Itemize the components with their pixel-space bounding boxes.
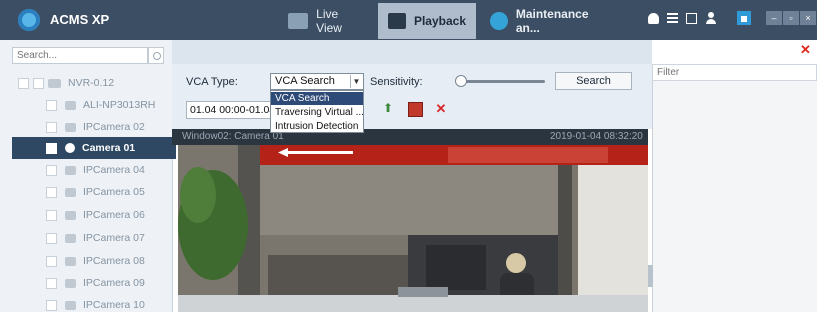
nvr-icon [48,78,61,88]
tree-item-label: NVR-0.12 [68,77,115,89]
checkbox[interactable] [46,164,57,176]
close-panel-button[interactable]: ✕ [800,42,811,58]
tree-item-label: IPCamera 06 [83,209,145,221]
maximize-button[interactable]: ▫ [783,11,799,25]
tree-item-label: IPCamera 10 [83,299,145,311]
list-icon[interactable] [667,13,678,24]
checkbox[interactable] [46,121,57,133]
main-header-bar [172,40,652,64]
panel-collapse-handle[interactable] [648,265,653,287]
tab-live-view[interactable]: Live View [278,3,373,39]
sensitivity-label: Sensitivity: [370,76,423,88]
vca-type-dropdown: VCA Search Traversing Virtual ... Intrus… [270,90,364,133]
dropdown-option[interactable]: Intrusion Detection [271,120,363,133]
checkbox[interactable] [46,186,57,198]
pin-icon[interactable]: ⬆ [380,101,396,117]
camera-icon [65,278,76,288]
tree-item-label: IPCamera 08 [83,255,145,267]
camera-icon [65,122,76,132]
tree-item-camera[interactable]: IPCamera 10 [0,294,171,316]
tree-item-camera[interactable]: IPCamera 02 [0,116,171,138]
filter-input[interactable] [652,64,817,81]
user-icon[interactable] [706,12,716,24]
tree-item-label: IPCamera 04 [83,164,145,176]
checkbox[interactable] [46,142,57,154]
image-icon[interactable] [686,13,697,24]
checkbox[interactable] [46,255,57,267]
delete-icon[interactable]: ✕ [433,101,449,117]
event-list-panel [652,64,817,312]
tree-item-camera-selected[interactable]: Camera 01 [12,137,176,159]
playback-icon [388,13,406,29]
checkbox[interactable] [46,299,57,311]
tree-item-camera[interactable]: IPCamera 08 [0,250,171,272]
app-logo-icon [18,9,40,31]
checkbox[interactable] [46,277,57,289]
tree-item-nvr[interactable]: NVR-0.12 [0,72,171,94]
dropdown-option[interactable]: Traversing Virtual ... [271,106,363,119]
tree-item-camera[interactable]: IPCamera 06 [0,204,171,226]
tab-label: Playback [413,14,466,28]
dropdown-option[interactable]: VCA Search [271,92,363,105]
stop-icon[interactable] [408,102,423,117]
tree-item-camera[interactable]: IPCamera 09 [0,272,171,294]
app-title: ACMS XP [50,12,110,27]
camera-icon [65,256,76,266]
video-frame[interactable] [178,145,648,312]
camera-icon [65,143,75,153]
checkbox[interactable] [46,232,57,244]
tab-label: Maintenance an... [515,7,589,35]
camera-icon [65,165,76,175]
expand-toggle[interactable] [18,77,29,89]
tree-item-label: IPCamera 09 [83,277,145,289]
tab-maintenance[interactable]: Maintenance an... [480,3,625,39]
camera-icon [65,300,76,310]
tree-item-label: Camera 01 [82,142,136,154]
tree-item-label: IPCamera 05 [83,186,145,198]
video-window-title: Window02: Camera 01 [182,131,284,142]
camera-icon [65,210,76,220]
video-timestamp: 2019-01-04 08:32:20 [550,131,643,142]
tree-item-camera[interactable]: ALI-NP3013RH [0,94,171,116]
camera-icon [65,100,76,110]
tree-item-camera[interactable]: IPCamera 07 [0,227,171,249]
tree-item-label: ALI-NP3013RH [83,99,156,111]
checkbox[interactable] [33,77,44,89]
date-range-field[interactable]: 01.04 00:00-01.04 [186,101,278,119]
device-search-input[interactable] [12,47,148,64]
camera-feed-image [178,145,648,312]
close-window-button[interactable]: × [800,11,816,25]
maintenance-icon [490,12,508,30]
checkbox[interactable] [46,209,57,221]
checkbox[interactable] [46,99,57,111]
sensitivity-slider[interactable] [455,80,545,83]
tree-item-label: IPCamera 07 [83,232,145,244]
slider-handle[interactable] [454,75,467,87]
search-icon[interactable] [148,47,164,64]
camera-icon [65,233,76,243]
chevron-down-icon[interactable]: ▼ [350,75,362,88]
tree-item-label: IPCamera 02 [83,121,145,133]
camera-icon [65,187,76,197]
tree-item-camera[interactable]: IPCamera 05 [0,181,171,203]
search-button[interactable]: Search [555,72,632,90]
vca-type-label: VCA Type: [186,76,238,88]
tab-label: Live View [316,7,342,35]
cloud-icon[interactable] [648,13,659,24]
lock-icon[interactable] [737,11,751,25]
tree-item-camera[interactable]: IPCamera 04 [0,159,171,181]
minimize-button[interactable]: – [766,11,782,25]
live-view-icon [288,13,309,29]
tab-playback[interactable]: Playback [378,3,476,39]
